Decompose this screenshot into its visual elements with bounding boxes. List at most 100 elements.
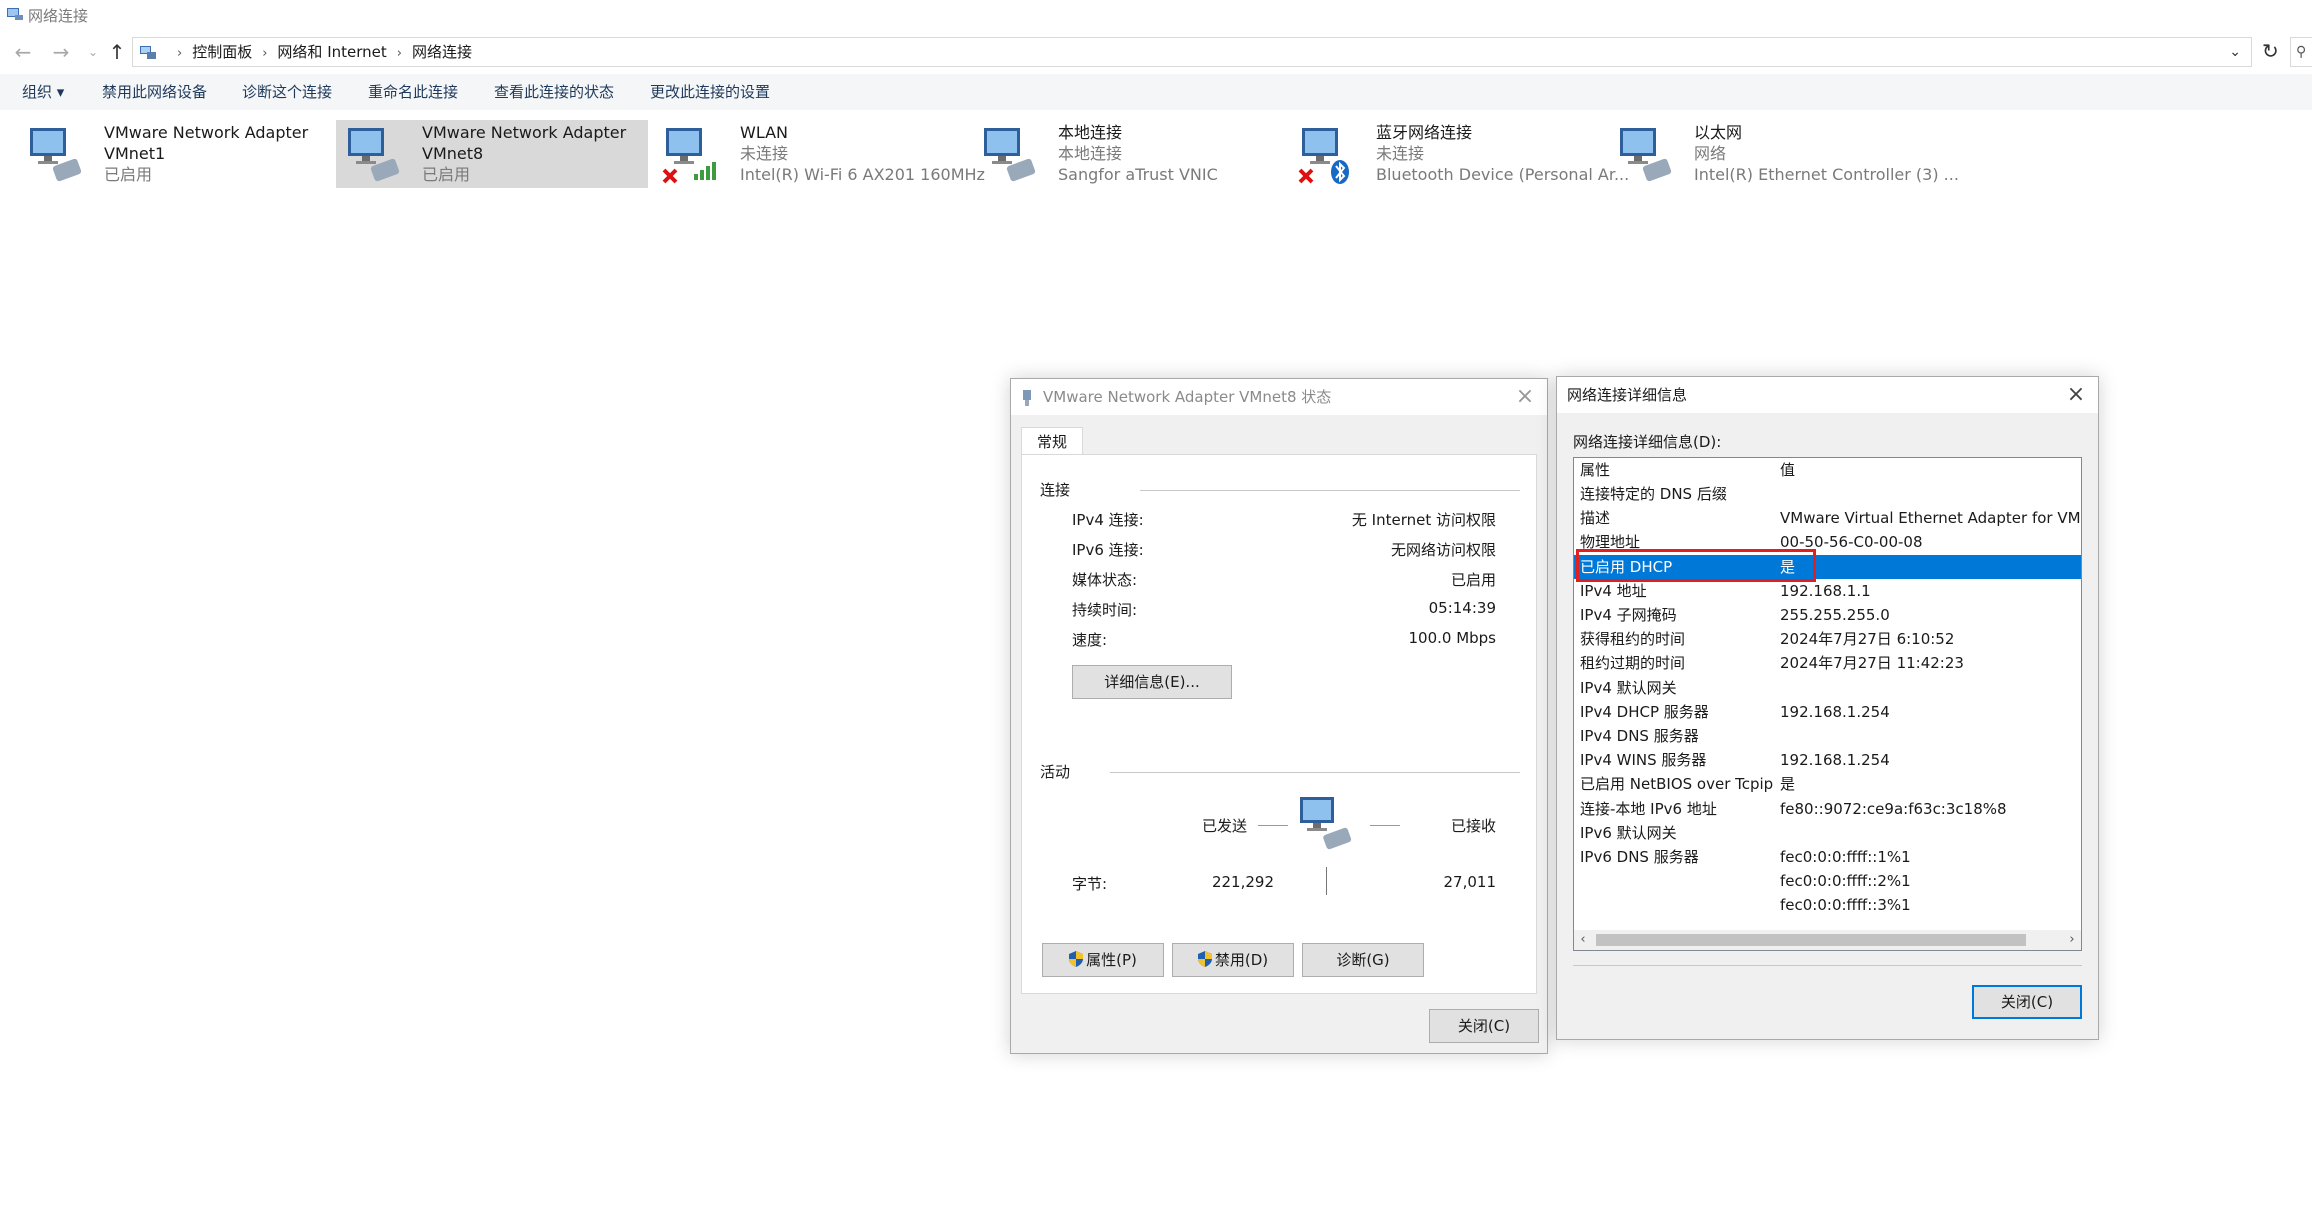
rename-button[interactable]: 重命名此连接 (368, 74, 458, 110)
connection-tile-wlan[interactable]: WLAN 未连接 Intel(R) Wi-Fi 6 AX201 160MHz (654, 120, 985, 188)
view-status-button[interactable]: 查看此连接的状态 (494, 74, 614, 110)
up-arrow-icon[interactable]: ↑ (102, 38, 132, 66)
property-cell: 获得租约的时间 (1580, 630, 1686, 649)
scroll-left-icon[interactable]: ‹ (1574, 930, 1592, 950)
breadcrumb-control-panel[interactable]: 控制面板 (192, 43, 252, 61)
speed-value: 100.0 Mbps (1408, 629, 1496, 647)
control-panel-icon (140, 46, 156, 59)
scrollbar-thumb[interactable] (1596, 934, 2026, 946)
search-icon: ⚲ (2296, 44, 2307, 60)
command-bar: 组织 ▾ 禁用此网络设备 诊断这个连接 重命名此连接 查看此连接的状态 更改此连… (0, 74, 2312, 110)
connection-state: 未连接 (1376, 144, 1425, 163)
general-tab-panel: 连接 IPv4 连接: 无 Internet 访问权限 IPv6 连接: 无网络… (1021, 454, 1537, 994)
status-dialog-title: VMware Network Adapter VMnet8 状态 (1043, 388, 1332, 406)
window-titlebar: 网络连接 (0, 0, 2312, 30)
change-settings-button[interactable]: 更改此连接的设置 (650, 74, 770, 110)
details-close-button[interactable]: 关闭(C) (1972, 985, 2082, 1019)
connection-state: 未连接 (740, 144, 789, 163)
table-row[interactable]: IPv4 WINS 服务器 192.168.1.254 (1574, 748, 2081, 772)
diagnose-button[interactable]: 诊断这个连接 (242, 74, 332, 110)
property-cell: 已启用 NetBIOS over Tcpip (1580, 775, 1774, 794)
connection-name: 本地连接 (1058, 123, 1123, 142)
activity-group-label: 活动 (1040, 763, 1071, 781)
property-cell: IPv4 默认网关 (1580, 678, 1677, 697)
tab-general[interactable]: 常规 (1021, 427, 1083, 455)
close-button[interactable]: 关闭(C) (1429, 1009, 1539, 1043)
breadcrumb-separator-icon: › (262, 46, 268, 61)
table-row[interactable]: 连接-本地 IPv6 地址 fe80::9072:ce9a:f63c:3c18%8 (1574, 797, 2081, 821)
back-arrow-icon[interactable]: ← (8, 38, 38, 66)
dhcp-highlight-annotation (1576, 549, 1816, 582)
table-row[interactable]: IPv4 子网掩码 255.255.255.0 (1574, 603, 2081, 627)
navigation-row: ← → ⌄ ↑ › 控制面板 › 网络和 Internet › 网络连接 ⌄ (0, 32, 2312, 72)
table-row[interactable]: fec0:0:0:ffff::3%1 (1574, 893, 2081, 917)
column-header-value[interactable]: 值 (1780, 458, 1795, 482)
close-icon[interactable]: × (2064, 377, 2088, 413)
properties-button[interactable]: 属性(P) (1042, 943, 1164, 977)
table-row[interactable]: IPv4 地址 192.168.1.1 (1574, 579, 2081, 603)
table-row[interactable]: fec0:0:0:ffff::2%1 (1574, 869, 2081, 893)
duration-value: 05:14:39 (1428, 599, 1496, 617)
media-state-value: 已启用 (1450, 571, 1496, 589)
table-row[interactable]: 已启用 NetBIOS over Tcpip 是 (1574, 772, 2081, 796)
details-list[interactable]: 属性 值 连接特定的 DNS 后缀描述 VMware Virtual Ethern… (1573, 457, 2082, 951)
value-cell: 192.168.1.254 (1780, 751, 1890, 770)
diagnose-dialog-button[interactable]: 诊断(G) (1302, 943, 1424, 977)
connection-tile-ethernet[interactable]: 以太网 网络 Intel(R) Ethernet Controller (3) … (1608, 120, 1959, 188)
scroll-right-icon[interactable]: › (2063, 930, 2081, 950)
sent-line (1258, 825, 1288, 826)
column-header-property[interactable]: 属性 (1580, 458, 1610, 482)
list-header: 属性 值 (1574, 458, 2081, 482)
sent-label: 已发送 (1202, 817, 1248, 835)
organize-menu[interactable]: 组织 ▾ (22, 74, 64, 110)
details-dialog: 网络连接详细信息 × 网络连接详细信息(D): 属性 值 连接特定的 DNS 后… (1556, 376, 2099, 1040)
table-row[interactable]: IPv4 DHCP 服务器 192.168.1.254 (1574, 700, 2081, 724)
value-cell: 是 (1780, 775, 1796, 794)
connection-tile-local[interactable]: 本地连接 本地连接 Sangfor aTrust VNIC (972, 120, 1284, 188)
breadcrumb: › 控制面板 › 网络和 Internet › 网络连接 (167, 38, 472, 66)
property-cell: IPv4 WINS 服务器 (1580, 751, 1707, 770)
disable-device-button[interactable]: 禁用此网络设备 (102, 74, 207, 110)
table-row[interactable]: 描述 VMware Virtual Ethernet Adapter for VM… (1574, 506, 2081, 530)
table-row[interactable]: IPv6 默认网关 (1574, 821, 2081, 845)
value-cell: 192.168.1.1 (1780, 581, 1871, 600)
connection-tile-vmnet8[interactable]: VMware Network Adapter VMnet8 已启用 (336, 120, 648, 188)
table-row[interactable]: 获得租约的时间 2024年7月27日 6:10:52 (1574, 627, 2081, 651)
group-divider (1110, 772, 1520, 773)
value-cell: fec0:0:0:ffff::2%1 (1780, 872, 1911, 891)
breadcrumb-network-internet[interactable]: 网络和 Internet (277, 43, 386, 61)
connection-device: Intel(R) Wi-Fi 6 AX201 160MHz (740, 165, 985, 184)
connection-device: Bluetooth Device (Personal Ar... (1376, 165, 1630, 184)
connection-tile-vmnet1[interactable]: VMware Network Adapter VMnet1 已启用 (18, 120, 330, 188)
table-row[interactable]: IPv6 DNS 服务器 fec0:0:0:ffff::1%1 (1574, 845, 2081, 869)
connection-status: 已启用 (422, 165, 471, 184)
details-button[interactable]: 详细信息(E)... (1072, 665, 1232, 699)
property-cell: IPv4 子网掩码 (1580, 606, 1677, 624)
breadcrumb-network-connections[interactable]: 网络连接 (412, 43, 472, 61)
horizontal-scrollbar[interactable]: ‹ › (1574, 930, 2081, 950)
connection-tile-bluetooth[interactable]: 蓝牙网络连接 未连接 Bluetooth Device (Personal Ar… (1290, 120, 1629, 188)
table-row[interactable]: IPv4 默认网关 (1574, 676, 2081, 700)
close-icon[interactable]: × (1513, 379, 1537, 415)
network-adapter-icon (348, 128, 400, 182)
table-row[interactable]: 租约过期的时间 2024年7月27日 11:42:23 (1574, 651, 2081, 675)
connection-name-line2: VMnet1 (104, 144, 166, 163)
connection-status: 已启用 (104, 165, 153, 184)
bytes-divider (1326, 867, 1327, 895)
address-bar[interactable]: › 控制面板 › 网络和 Internet › 网络连接 ⌄ (132, 37, 2252, 67)
property-cell: 连接特定的 DNS 后缀 (1580, 485, 1727, 503)
table-row[interactable]: IPv4 DNS 服务器 (1574, 724, 2081, 748)
wifi-adapter-icon (662, 128, 716, 184)
duration-label: 持续时间: (1072, 601, 1138, 619)
refresh-icon[interactable]: ↻ (2262, 37, 2282, 65)
received-label: 已接收 (1450, 817, 1496, 835)
value-cell: VMware Virtual Ethernet Adapter for VMne… (1780, 509, 2082, 528)
breadcrumb-separator-icon: › (396, 46, 402, 61)
disable-button[interactable]: 禁用(D) (1172, 943, 1294, 977)
status-dialog: VMware Network Adapter VMnet8 状态 × 常规 连接… (1010, 378, 1548, 1054)
disconnected-x-icon (662, 168, 678, 184)
forward-arrow-icon[interactable]: → (46, 38, 76, 66)
address-dropdown-chevron-icon[interactable]: ⌄ (2229, 38, 2241, 66)
table-row[interactable]: 连接特定的 DNS 后缀 (1574, 482, 2081, 506)
search-box[interactable]: ⚲ (2290, 37, 2312, 67)
